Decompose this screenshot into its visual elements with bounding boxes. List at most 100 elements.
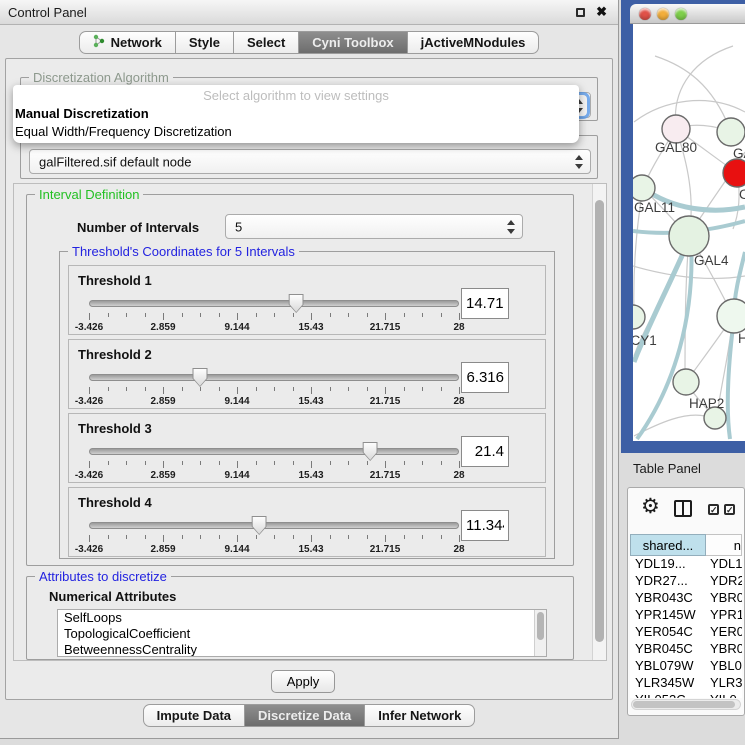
network-titlebar[interactable] xyxy=(630,4,745,24)
threshold-slider[interactable]: -3.4262.8599.14415.4321.71528 xyxy=(89,514,459,556)
vertical-scrollbar[interactable] xyxy=(592,184,606,660)
tab-impute-data[interactable]: Impute Data xyxy=(143,704,245,727)
numerical-attributes-list[interactable]: SelfLoopsTopologicalCoefficientBetweenne… xyxy=(57,609,547,657)
threshold-value-input[interactable] xyxy=(461,510,509,541)
table-row[interactable]: YDR27...YDR2 xyxy=(630,573,742,590)
slider-thumb[interactable] xyxy=(289,294,304,313)
table-row[interactable]: YDL19...YDL1 xyxy=(630,556,742,573)
group-title: Discretization Algorithm xyxy=(29,70,173,85)
threshold-value-input[interactable] xyxy=(461,288,509,319)
network-node-gal4[interactable] xyxy=(669,216,709,256)
slider-track[interactable] xyxy=(89,448,459,455)
traffic-light-minimize-icon[interactable] xyxy=(657,8,669,20)
network-icon xyxy=(93,34,106,51)
table-cell: YLR3 xyxy=(706,675,742,692)
float-window-icon[interactable] xyxy=(576,8,585,17)
node-label: C xyxy=(739,187,745,202)
network-canvas[interactable]: GAL80GACGAL11GAL4GCY1HHAP2 xyxy=(633,24,745,441)
threshold-slider[interactable]: -3.4262.8599.14415.4321.71528 xyxy=(89,440,459,482)
attribute-item[interactable]: SelfLoops xyxy=(58,610,546,626)
split-pane-icon[interactable] xyxy=(674,500,692,517)
checkbox-icon[interactable]: ✓ xyxy=(708,504,719,515)
slider-thumb[interactable] xyxy=(252,516,267,535)
table-cell: YPR1 xyxy=(706,607,742,624)
slider-thumb[interactable] xyxy=(193,368,208,387)
slider-track[interactable] xyxy=(89,374,459,381)
network-node-node-red[interactable] xyxy=(723,159,745,187)
tab-style[interactable]: Style xyxy=(176,31,234,54)
attribute-item[interactable]: TopologicalCoefficient xyxy=(58,626,546,642)
list-scrollbar[interactable] xyxy=(534,610,546,656)
tick-label: 21.715 xyxy=(370,322,401,333)
tab-label: Infer Network xyxy=(378,708,461,723)
threshold-panel: Threshold 1 -3.4262.8599.14415.4321.7152… xyxy=(68,265,546,335)
slider-ticks xyxy=(89,313,459,321)
network-edge-highlighted[interactable] xyxy=(728,318,734,439)
number-of-intervals-label: Number of Intervals xyxy=(77,220,199,235)
threshold-slider[interactable]: -3.4262.8599.14415.4321.71528 xyxy=(89,292,459,334)
traffic-light-zoom-icon[interactable] xyxy=(675,8,687,20)
threshold-value-input[interactable] xyxy=(461,362,509,393)
tab-infer-network[interactable]: Infer Network xyxy=(365,704,475,727)
slider-track[interactable] xyxy=(89,522,459,529)
network-node-node-h[interactable] xyxy=(717,299,745,333)
table-row[interactable]: YIL052CYIL0 xyxy=(630,692,742,698)
column-header-shared-name[interactable]: shared... xyxy=(630,534,706,556)
tick-label: 15.43 xyxy=(298,396,323,407)
column-header-name[interactable]: n xyxy=(706,534,742,556)
tab-discretize-data[interactable]: Discretize Data xyxy=(245,704,365,727)
tick-label: -3.426 xyxy=(75,544,103,555)
table-cell: YPR145W xyxy=(630,607,706,624)
threshold-value-input[interactable] xyxy=(461,436,509,467)
threshold-label: Threshold 2 xyxy=(78,347,152,362)
tab-network[interactable]: Network xyxy=(79,31,176,54)
tick-label: 21.715 xyxy=(370,544,401,555)
network-node-gal80[interactable] xyxy=(662,115,690,143)
network-node-node-top-right[interactable] xyxy=(717,118,745,146)
dropdown-option-equal-width[interactable]: Equal Width/Frequency Discretization xyxy=(13,123,579,141)
group-title: Interval Definition xyxy=(35,187,143,202)
tick-label: 15.43 xyxy=(298,322,323,333)
apply-button[interactable]: Apply xyxy=(271,670,335,693)
table-row[interactable]: YBL079WYBL0 xyxy=(630,658,742,675)
tab-cyni-toolbox[interactable]: Cyni Toolbox xyxy=(299,31,407,54)
checkbox-icon[interactable]: ✓ xyxy=(724,504,735,515)
traffic-light-close-icon[interactable] xyxy=(639,8,651,20)
node-label: GAL11 xyxy=(634,200,675,215)
table-row[interactable]: YPR145WYPR1 xyxy=(630,607,742,624)
intervals-combo[interactable]: 5 xyxy=(225,214,523,239)
table-row[interactable]: YBR045CYBR0 xyxy=(630,641,742,658)
node-label: HAP2 xyxy=(689,396,724,411)
scrollbar-thumb[interactable] xyxy=(633,701,735,708)
network-node-gal11[interactable] xyxy=(633,175,655,201)
gear-icon[interactable]: ⚙ xyxy=(641,496,660,517)
network-node-gcy1[interactable] xyxy=(633,305,645,329)
table-data-combo[interactable]: galFiltered.sif default node xyxy=(29,149,591,174)
tick-label: 15.43 xyxy=(298,470,323,481)
slider-tick-labels: -3.4262.8599.14415.4321.71528 xyxy=(89,470,459,482)
scrollbar-thumb[interactable] xyxy=(595,200,604,642)
table-row[interactable]: YBR043CYBR0 xyxy=(630,590,742,607)
attribute-item[interactable]: BetweennessCentrality xyxy=(58,642,546,657)
threshold-label: Threshold 3 xyxy=(78,421,152,436)
panel-title: Control Panel xyxy=(8,5,87,20)
screen: Control Panel ✖ NetworkStyleSelectCyni T… xyxy=(0,0,745,745)
close-icon[interactable]: ✖ xyxy=(596,4,607,20)
table-cell: YIL0 xyxy=(706,692,742,698)
horizontal-scrollbar[interactable] xyxy=(631,699,741,710)
dropdown-option-manual[interactable]: Manual Discretization xyxy=(13,105,579,123)
table-cell: YBR043C xyxy=(630,590,706,607)
slider-track[interactable] xyxy=(89,300,459,307)
stepper-arrows-icon xyxy=(574,155,584,169)
stepper-arrows-icon xyxy=(506,220,516,234)
table-rows: YDL19...YDL1YDR27...YDR2YBR043CYBR0YPR14… xyxy=(630,556,742,698)
table-row[interactable]: YER054CYER0 xyxy=(630,624,742,641)
table-row[interactable]: YLR345WYLR3 xyxy=(630,675,742,692)
tab-jactivemnodules[interactable]: jActiveMNodules xyxy=(408,31,540,54)
network-node-hap2[interactable] xyxy=(673,369,699,395)
table-cell: YBL079W xyxy=(630,658,706,675)
table-cell: YDR27... xyxy=(630,573,706,590)
slider-thumb[interactable] xyxy=(363,442,378,461)
tab-select[interactable]: Select xyxy=(234,31,299,54)
threshold-slider[interactable]: -3.4262.8599.14415.4321.71528 xyxy=(89,366,459,408)
